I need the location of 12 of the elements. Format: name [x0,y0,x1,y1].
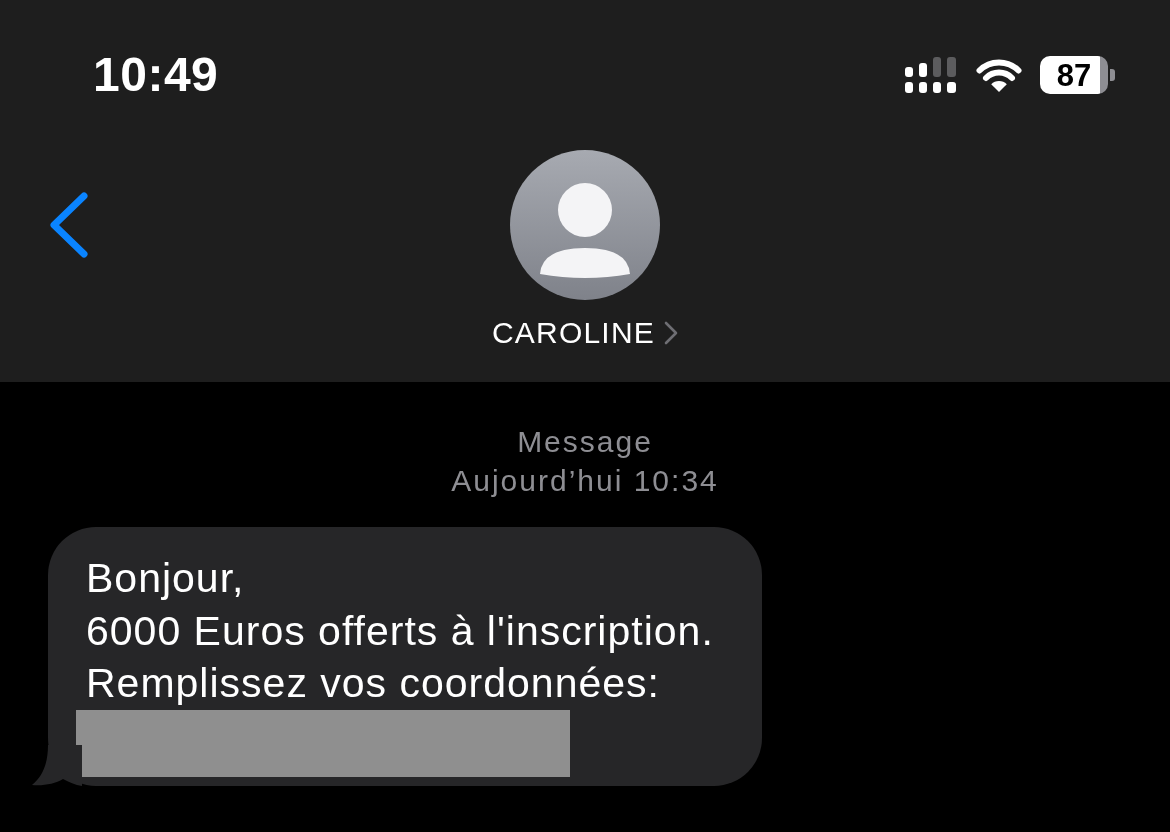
contact-avatar[interactable] [510,150,660,300]
chevron-left-icon [49,192,89,258]
chevron-right-icon [664,321,678,345]
service-label: Message [517,424,653,460]
back-button[interactable] [49,192,89,258]
message-text: Bonjour, 6000 Euros offerts à l'inscription. Remplissez vos coordonnées: [86,554,714,708]
battery-indicator: 87 [1040,56,1115,94]
status-time: 10:49 [93,51,219,99]
wifi-icon [975,57,1023,93]
cellular-signal-icon [905,57,958,93]
contact-name-button[interactable]: CAROLINE [492,315,678,351]
message-timestamp: Aujourd’hui 10:34 [451,463,719,499]
